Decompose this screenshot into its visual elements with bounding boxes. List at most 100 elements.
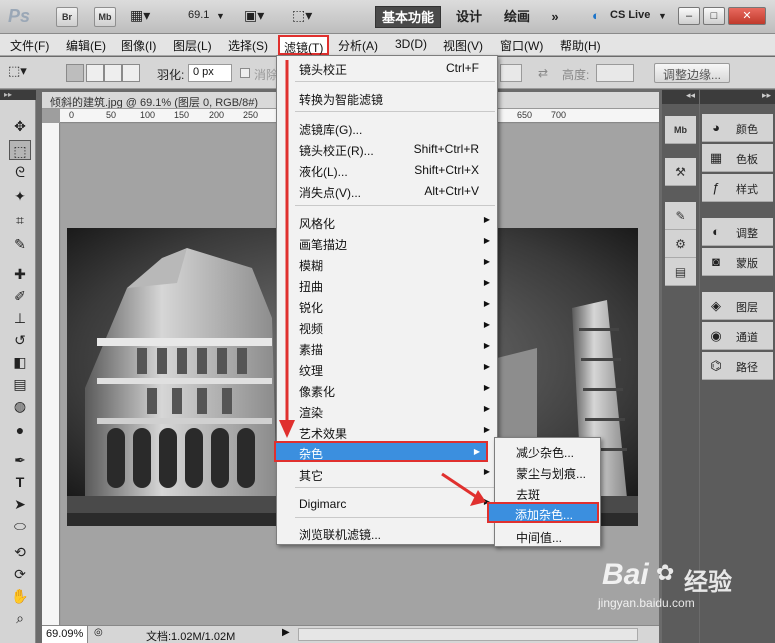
- dock-collapse-icon[interactable]: ◂◂: [662, 90, 699, 104]
- swatches-panel-tab[interactable]: ▦ 色板: [702, 144, 773, 172]
- feather-input[interactable]: 0 px: [188, 64, 232, 82]
- eraser-tool-icon[interactable]: ◧: [9, 352, 31, 372]
- toolbox-collapse-icon[interactable]: ▸▸: [0, 90, 36, 100]
- zoom-level-dropdown[interactable]: 69.1: [188, 9, 209, 21]
- channels-panel-tab[interactable]: ◉ 通道: [702, 322, 773, 350]
- brush-tool-icon[interactable]: ✐: [9, 286, 31, 306]
- clone-source-panel-icon[interactable]: ⚙: [665, 230, 696, 258]
- workspace-painting[interactable]: 绘画: [499, 6, 535, 28]
- view-extras-icon[interactable]: ▦▾: [130, 7, 150, 24]
- tool-presets-panel-icon[interactable]: ⚒: [665, 158, 696, 186]
- history-brush-icon[interactable]: ↺: [9, 330, 31, 350]
- lens-correction-item[interactable]: 镜头校正(R)... Shift+Ctrl+R: [278, 138, 496, 159]
- convert-smart-filters-item[interactable]: 转换为智能滤镜: [278, 87, 496, 108]
- healing-brush-icon[interactable]: ✚: [9, 264, 31, 284]
- layers-panel-tab[interactable]: ◈ 图层: [702, 292, 773, 320]
- add-noise-item[interactable]: 添加杂色...: [487, 502, 599, 523]
- brush-presets-panel-icon[interactable]: ✎: [665, 202, 696, 230]
- add-selection-icon[interactable]: [86, 64, 104, 82]
- new-selection-icon[interactable]: [66, 64, 84, 82]
- reduce-noise-item[interactable]: 减少杂色...: [496, 440, 599, 461]
- height-input[interactable]: [596, 64, 634, 82]
- mini-bridge-button[interactable]: Mb: [94, 7, 116, 27]
- eyedropper-tool-icon[interactable]: ✎: [9, 234, 31, 254]
- lasso-tool-icon[interactable]: ᘓ: [9, 162, 31, 182]
- hand-tool-icon[interactable]: ✋: [9, 586, 31, 606]
- styles-panel-tab[interactable]: ƒ 样式: [702, 174, 773, 202]
- quick-select-tool-icon[interactable]: ✦: [9, 186, 31, 206]
- despeckle-item[interactable]: 去斑: [496, 482, 599, 503]
- mini-bridge-panel-icon[interactable]: Mb: [665, 116, 696, 144]
- vanishing-point-item[interactable]: 消失点(V)... Alt+Ctrl+V: [278, 180, 496, 201]
- subtract-selection-icon[interactable]: [104, 64, 122, 82]
- chevron-down-icon[interactable]: ▼: [216, 11, 225, 21]
- menu-image[interactable]: 图像(I): [121, 37, 156, 54]
- median-item[interactable]: 中间值...: [496, 525, 599, 546]
- bridge-button[interactable]: Br: [56, 7, 78, 27]
- width-input[interactable]: [500, 64, 522, 82]
- minimize-button[interactable]: –: [678, 7, 700, 25]
- dodge-tool-icon[interactable]: ●: [9, 420, 31, 440]
- menu-select[interactable]: 选择(S): [228, 37, 268, 54]
- menu-help[interactable]: 帮助(H): [560, 37, 601, 54]
- menu-layer[interactable]: 图层(L): [173, 37, 212, 54]
- dock-expand-icon[interactable]: ▸▸: [700, 90, 775, 104]
- more-workspaces-icon[interactable]: »: [545, 6, 565, 28]
- browse-filters-online-item[interactable]: 浏览联机滤镜...: [278, 522, 496, 543]
- distort-item[interactable]: 扭曲 ▶: [278, 274, 496, 295]
- refine-edge-button[interactable]: 调整边缘...: [654, 63, 731, 83]
- close-button[interactable]: ✕: [728, 7, 766, 25]
- maximize-button[interactable]: □: [703, 7, 725, 25]
- last-filter-item[interactable]: 镜头校正 Ctrl+F: [278, 57, 496, 78]
- sketch-item[interactable]: 素描 ▶: [278, 337, 496, 358]
- adjustments-panel-tab[interactable]: ◐ 调整: [702, 218, 773, 246]
- menu-view[interactable]: 视图(V): [443, 37, 483, 54]
- zoom-tool-icon[interactable]: ⌕: [9, 608, 31, 628]
- vertical-ruler[interactable]: [42, 123, 60, 628]
- intersect-selection-icon[interactable]: [122, 64, 140, 82]
- horizontal-scrollbar[interactable]: [298, 628, 638, 641]
- shape-tool-icon[interactable]: ⬭: [9, 516, 31, 536]
- swap-icon[interactable]: ⇄: [538, 66, 548, 80]
- path-select-icon[interactable]: ➤: [9, 494, 31, 514]
- menu-filter[interactable]: 滤镜(T): [278, 35, 330, 55]
- filter-gallery-item[interactable]: 滤镜库(G)...: [278, 117, 496, 138]
- menu-edit[interactable]: 编辑(E): [66, 37, 106, 54]
- color-panel-tab[interactable]: ◕ 颜色: [702, 114, 773, 142]
- status-menu-icon[interactable]: ▶: [282, 627, 290, 638]
- zoom-field[interactable]: 69.09%: [42, 626, 88, 643]
- other-item[interactable]: 其它 ▶: [278, 463, 496, 484]
- status-icon[interactable]: ◎: [94, 627, 103, 638]
- move-tool-icon[interactable]: ✥: [9, 116, 31, 136]
- video-item[interactable]: 视频 ▶: [278, 316, 496, 337]
- clone-stamp-icon[interactable]: ⊥: [9, 308, 31, 328]
- render-item[interactable]: 渲染 ▶: [278, 400, 496, 421]
- stylize-item[interactable]: 风格化 ▶: [278, 211, 496, 232]
- cslive-chevron-icon[interactable]: ▼: [658, 11, 667, 21]
- brush-strokes-item[interactable]: 画笔描边 ▶: [278, 232, 496, 253]
- liquify-item[interactable]: 液化(L)... Shift+Ctrl+X: [278, 159, 496, 180]
- masks-panel-tab[interactable]: ◙ 蒙版: [702, 248, 773, 276]
- noise-item[interactable]: 杂色 ▶: [274, 441, 488, 462]
- paths-panel-tab[interactable]: ⌬ 路径: [702, 352, 773, 380]
- arrange-documents-icon[interactable]: ▣▾: [244, 7, 264, 24]
- digimarc-item[interactable]: Digimarc ▶: [278, 493, 496, 514]
- crop-tool-icon[interactable]: ⌗: [9, 210, 31, 230]
- cslive-icon[interactable]: ◐: [592, 8, 600, 23]
- antialias-checkbox[interactable]: [240, 68, 250, 78]
- marquee-tool-icon[interactable]: ⬚: [9, 140, 31, 160]
- 3d-rotate-icon[interactable]: ⟲: [9, 542, 31, 562]
- menu-analysis[interactable]: 分析(A): [338, 37, 378, 54]
- pixelate-item[interactable]: 像素化 ▶: [278, 379, 496, 400]
- sharpen-item[interactable]: 锐化 ▶: [278, 295, 496, 316]
- menu-file[interactable]: 文件(F): [10, 37, 49, 54]
- dust-scratches-item[interactable]: 蒙尘与划痕...: [496, 461, 599, 482]
- 3d-orbit-icon[interactable]: ⟳: [9, 564, 31, 584]
- gradient-tool-icon[interactable]: ▤: [9, 374, 31, 394]
- history-panel-icon[interactable]: ▤: [665, 258, 696, 286]
- blur-tool-icon[interactable]: ◍: [9, 396, 31, 416]
- workspace-essentials[interactable]: 基本功能: [375, 6, 441, 28]
- menu-window[interactable]: 窗口(W): [500, 37, 543, 54]
- marquee-preset-icon[interactable]: ⬚▾: [8, 63, 27, 79]
- blur-item[interactable]: 模糊 ▶: [278, 253, 496, 274]
